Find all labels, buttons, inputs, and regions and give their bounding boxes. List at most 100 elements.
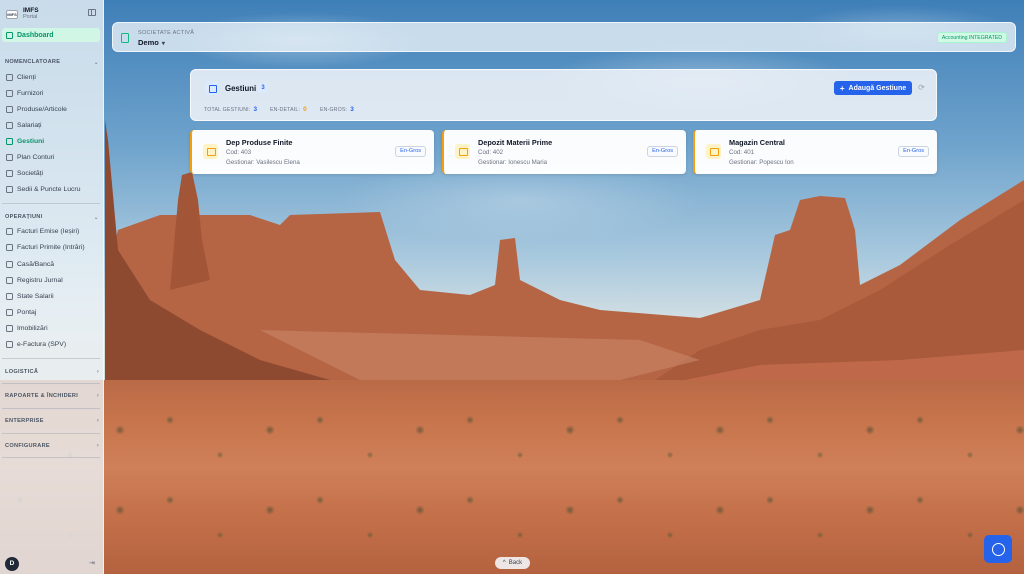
card-code: Cod: 403 <box>226 149 252 156</box>
back-label: Back <box>508 560 523 566</box>
book-icon <box>6 277 13 284</box>
refresh-icon[interactable]: ⟳ <box>917 83 926 92</box>
sidebar-item-label: Facturi Primite (Intrări) <box>17 244 85 251</box>
cloud-icon <box>6 341 13 348</box>
sidebar-item-produse[interactable]: Produse/Articole <box>2 103 100 116</box>
section-label: ENTERPRISE <box>5 418 44 424</box>
plus-icon: + <box>839 83 845 93</box>
card-manager: Gestionar: Vasilescu Elena <box>226 159 300 166</box>
sidebar-item-salariati[interactable]: Salariați <box>2 119 100 132</box>
company-value: Demo <box>138 38 159 47</box>
location-icon <box>6 186 13 193</box>
chevron-right-icon: › <box>96 369 99 375</box>
chevron-down-icon: ⌄ <box>93 59 99 66</box>
stat-en-gros-value: 3 <box>350 106 355 113</box>
sidebar-item-dashboard[interactable]: Dashboard <box>2 28 100 42</box>
asset-icon <box>6 325 13 332</box>
sidebar-item-clienti[interactable]: Clienți <box>2 71 100 84</box>
chevron-right-icon: › <box>96 393 99 399</box>
sidebar-item-label: Imobilizări <box>17 325 48 332</box>
company-label: SOCIETATE ACTIVĂ <box>138 30 195 36</box>
stat-en-gros-label: EN-GROS: <box>320 107 348 113</box>
avatar[interactable]: D <box>5 557 19 571</box>
payroll-icon <box>6 293 13 300</box>
back-button[interactable]: ^ Back <box>495 557 530 569</box>
sidebar-item-label: Plan Conturi <box>17 154 55 161</box>
sidebar-item-furnizori[interactable]: Furnizori <box>2 87 100 100</box>
logout-icon[interactable]: ⇥ <box>89 560 97 568</box>
type-badge: En-Gros <box>647 146 678 157</box>
ledger-icon <box>6 154 13 161</box>
sidebar-item-registru-jurnal[interactable]: Registru Jurnal <box>2 274 100 287</box>
sidebar-item-facturi-emise[interactable]: Facturi Emise (Ieșiri) <box>2 225 100 238</box>
sidebar-item-plan-conturi[interactable]: Plan Conturi <box>2 151 100 164</box>
chevron-right-icon: › <box>96 418 99 424</box>
sidebar-item-efactura[interactable]: e-Factura (SPV) <box>2 338 100 351</box>
brand-name: IMFS <box>23 7 39 14</box>
arrow-up-icon: ^ <box>502 560 506 566</box>
sidebar-item-label: Furnizori <box>17 90 44 97</box>
card-code: Cod: 402 <box>478 149 504 156</box>
sidebar-item-state-salarii[interactable]: State Salarii <box>2 290 100 303</box>
company-bar: SOCIETATE ACTIVĂ Demo ▾ Accounting INTEGR… <box>112 22 1016 52</box>
sidebar-item-sedii[interactable]: Sedii & Puncte Lucru <box>2 183 100 196</box>
sidebar-divider <box>2 408 100 409</box>
sidebar-item-label: Pontaj <box>17 309 37 316</box>
card-manager: Gestionar: Ionescu Maria <box>478 159 548 166</box>
add-gestiune-label: Adaugă Gestiune <box>848 84 907 92</box>
sidebar-item-gestiuni[interactable]: Gestiuni <box>2 135 100 148</box>
stat-en-detail-label: EN-DETAIL: <box>270 107 301 113</box>
sidebar-item-label: Societăți <box>17 170 44 177</box>
sidebar-item-label: Salariați <box>17 122 42 129</box>
grid-icon <box>6 31 13 39</box>
truck-icon <box>6 90 13 97</box>
sidebar-item-facturi-primite[interactable]: Facturi Primite (Intrări) <box>2 241 100 254</box>
sidebar-divider <box>2 383 100 384</box>
warehouse-icon <box>6 138 13 145</box>
sidebar-item-imobilizari[interactable]: Imobilizări <box>2 322 100 335</box>
stat-total-value: 3 <box>253 106 258 113</box>
section-label: CONFIGURARE <box>5 443 50 449</box>
gestiune-card[interactable]: Dep Produse Finite Cod: 403 Gestionar: V… <box>190 130 434 174</box>
count-badge: 3 <box>258 83 268 93</box>
building-icon <box>6 170 13 177</box>
brand[interactable]: IMFS IMFS Portal <box>6 6 98 22</box>
stat-en-gros: EN-GROS: 3 <box>320 106 354 113</box>
stat-total: TOTAL GESTIUNI: 3 <box>204 106 257 113</box>
stat-en-detail: EN-DETAIL: 0 <box>270 106 307 113</box>
add-gestiune-button[interactable]: + Adaugă Gestiune <box>834 81 912 95</box>
card-title: Dep Produse Finite <box>226 138 293 147</box>
warehouse-icon <box>706 144 721 159</box>
section-operatiuni[interactable]: OPERAȚIUNI ⌄ <box>5 212 99 222</box>
sidebar-toggle-icon[interactable] <box>88 9 96 16</box>
section-rapoarte[interactable]: RAPOARTE & ÎNCHIDERI › <box>5 391 99 401</box>
chevron-right-icon: › <box>96 443 99 449</box>
brand-subtitle: Portal <box>23 14 38 20</box>
sidebar-item-label: e-Factura (SPV) <box>17 341 67 348</box>
type-badge: En-Gros <box>898 146 929 157</box>
sidebar-divider <box>2 433 100 434</box>
gestiune-card[interactable]: Magazin Central Cod: 401 Gestionar: Pope… <box>693 130 937 174</box>
gestiuni-header-panel: Gestiuni 3 TOTAL GESTIUNI: 3 EN-DETAIL: 0 … <box>190 69 937 121</box>
sidebar-item-label: Facturi Emise (Ieșiri) <box>17 228 80 235</box>
sidebar-divider <box>2 203 100 204</box>
box-icon <box>6 106 13 113</box>
warehouse-icon <box>205 81 219 95</box>
company-selector[interactable]: Demo ▾ <box>138 38 165 47</box>
sidebar-item-societati[interactable]: Societăți <box>2 167 100 180</box>
brand-text: IMFS Portal <box>23 7 39 21</box>
chat-bubble-icon[interactable] <box>984 535 1012 563</box>
section-label: RAPOARTE & ÎNCHIDERI <box>5 393 79 399</box>
desert-shrubs <box>0 400 1024 574</box>
sidebar-item-pontaj[interactable]: Pontaj <box>2 306 100 319</box>
section-nomenclatoare[interactable]: NOMENCLATOARE ⌄ <box>5 57 99 67</box>
sidebar-item-label: Registru Jurnal <box>17 277 63 284</box>
sidebar-item-casa-banca[interactable]: Casă/Bancă <box>2 258 100 271</box>
section-enterprise[interactable]: ENTERPRISE › <box>5 416 99 426</box>
card-title: Depozit Materii Prime <box>478 138 553 147</box>
section-logistica[interactable]: LOGISTICĂ › <box>5 367 99 377</box>
sidebar-item-label: Produse/Articole <box>17 106 67 113</box>
section-configurare[interactable]: CONFIGURARE › <box>5 441 99 451</box>
gestiune-card[interactable]: Depozit Materii Prime Cod: 402 Gestionar… <box>442 130 686 174</box>
sidebar-item-label: Clienți <box>17 74 36 81</box>
